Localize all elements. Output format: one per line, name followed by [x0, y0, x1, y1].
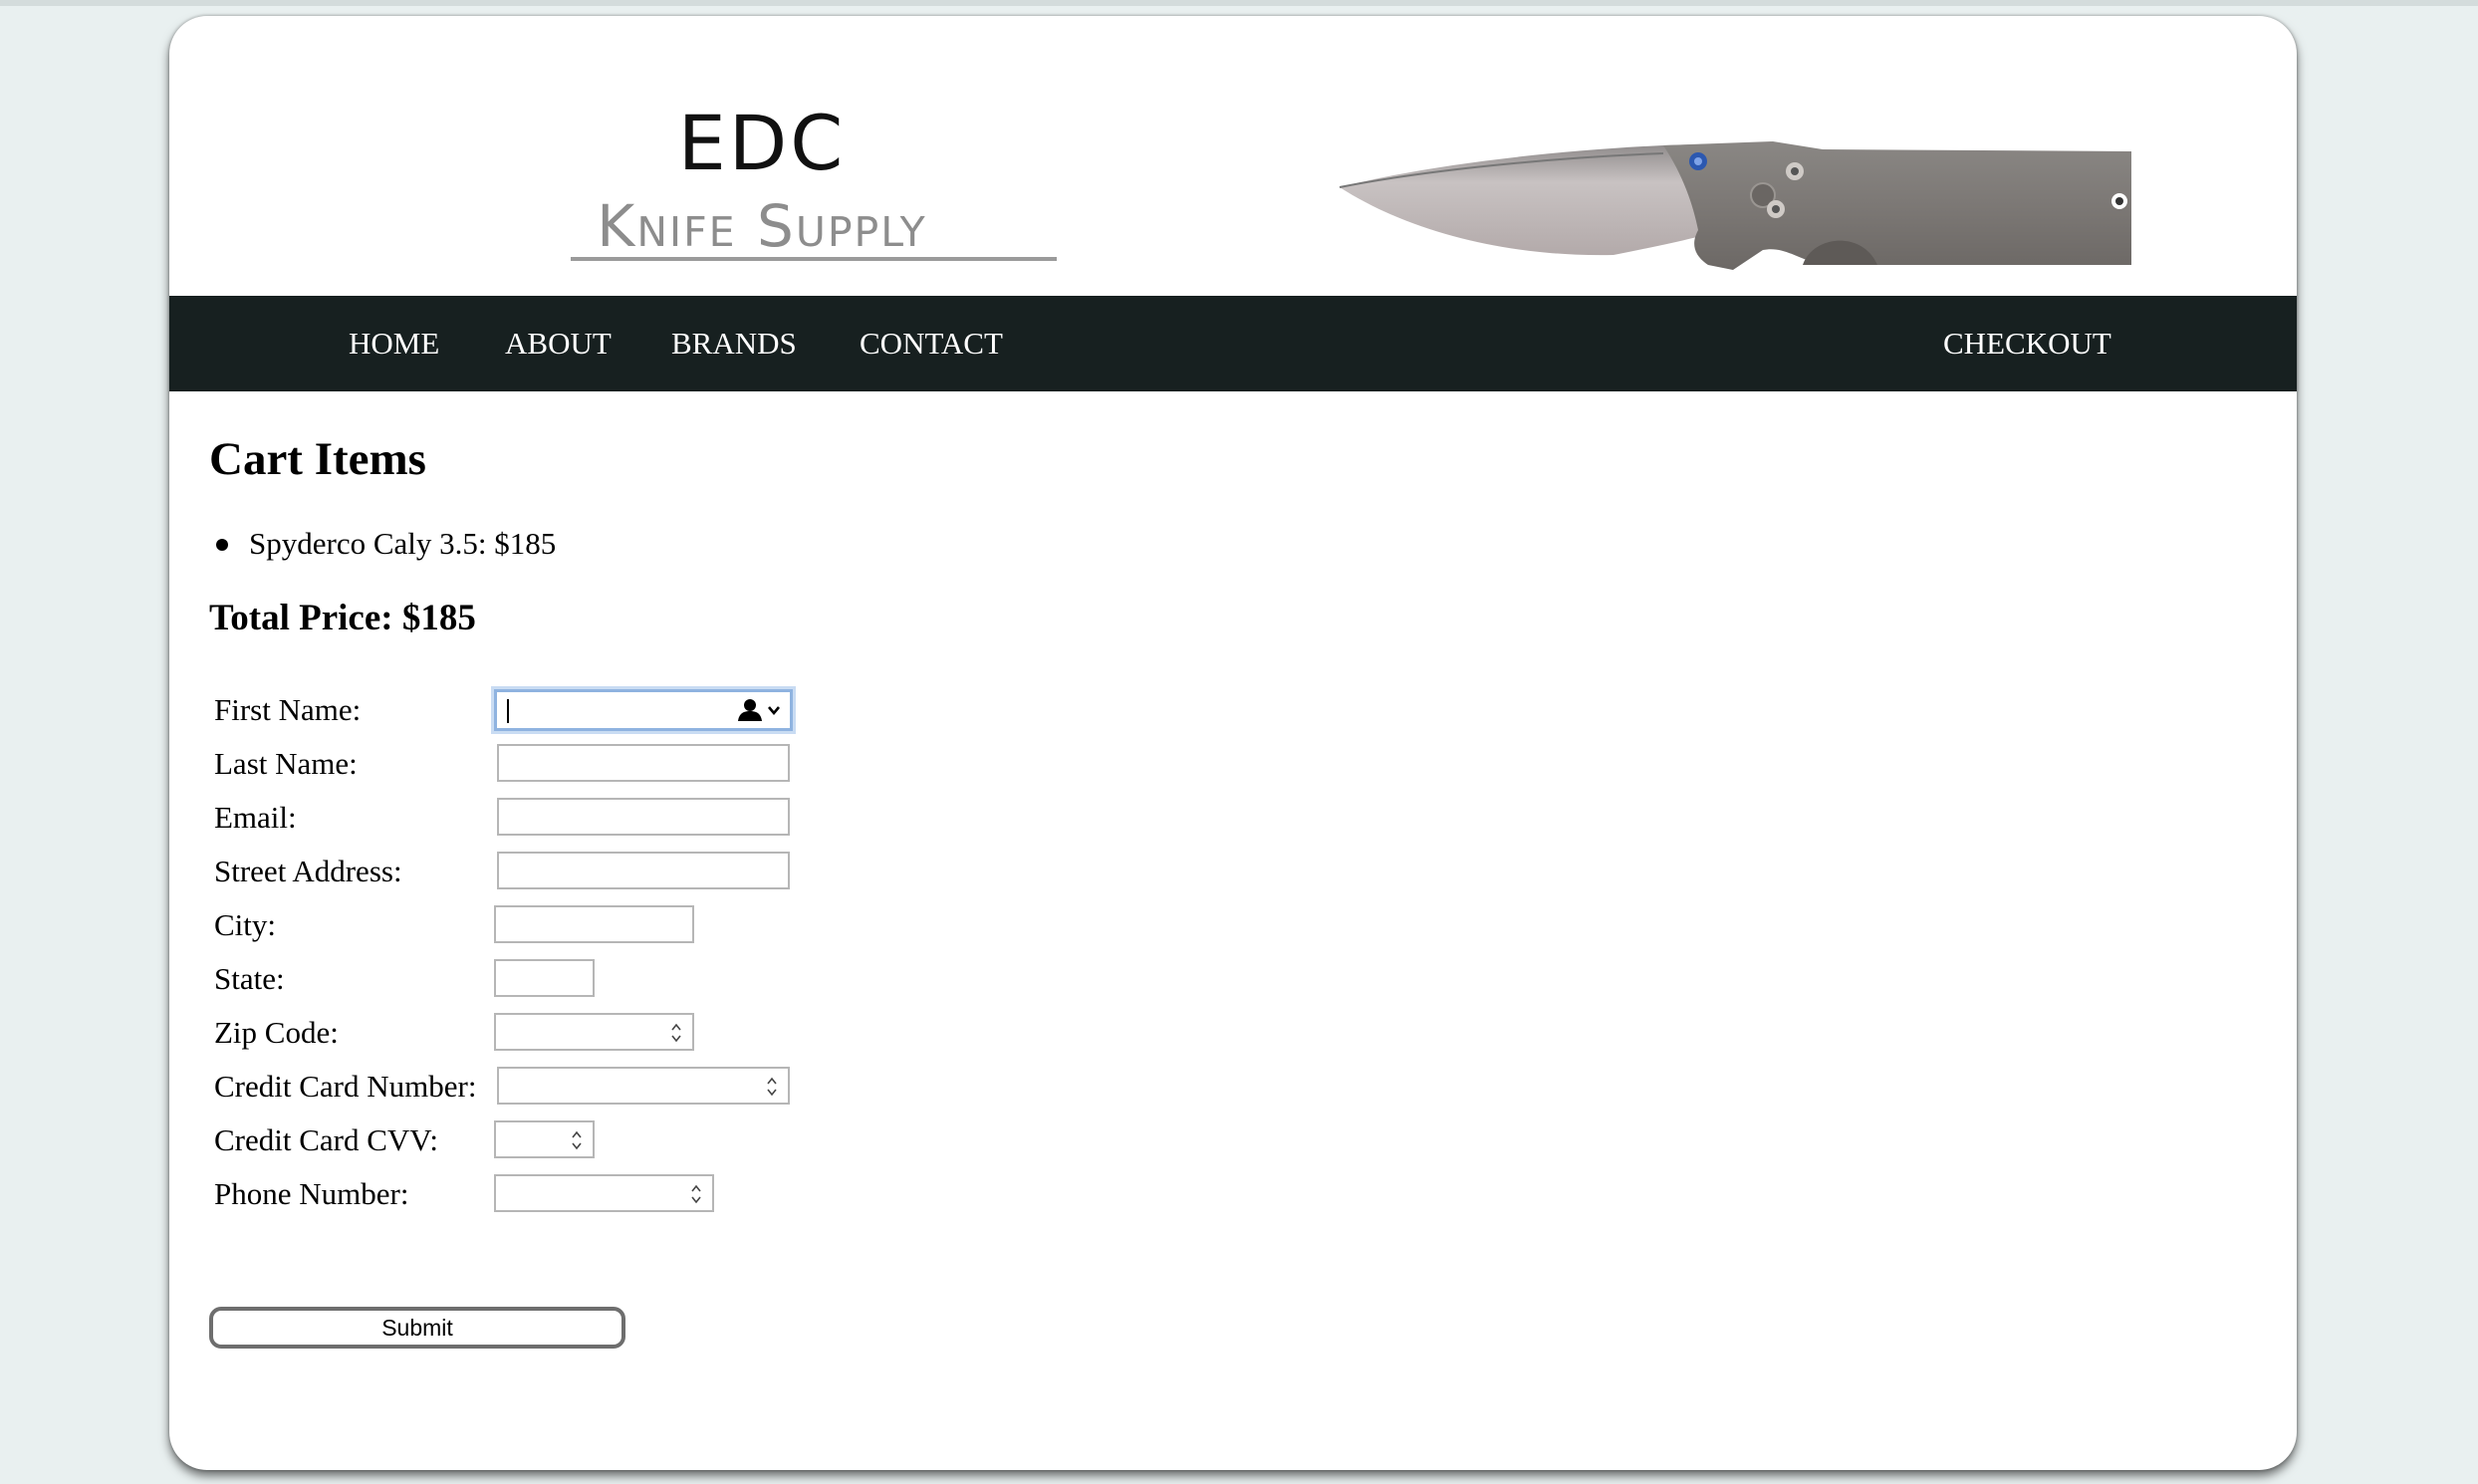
number-spinner-icon[interactable]	[571, 1128, 583, 1152]
bullet-icon	[216, 539, 228, 551]
credit-card-number-label: Credit Card Number:	[214, 1069, 477, 1104]
credit-card-number-field[interactable]	[497, 1067, 790, 1105]
phone-number-field[interactable]	[494, 1174, 714, 1212]
logo-underline	[571, 257, 1057, 261]
text-caret	[507, 699, 509, 723]
city-field[interactable]	[494, 905, 694, 943]
browser-top-edge	[0, 0, 2478, 6]
street-address-field[interactable]	[497, 852, 790, 889]
total-price: Total Price: $185	[209, 598, 476, 638]
phone-number-label: Phone Number:	[214, 1176, 409, 1211]
zip-code-label: Zip Code:	[214, 1015, 339, 1050]
state-label: State:	[214, 961, 285, 996]
number-spinner-icon[interactable]	[766, 1075, 778, 1099]
logo-title: EDC	[677, 99, 847, 187]
email-label: Email:	[214, 800, 297, 835]
last-name-field[interactable]	[497, 744, 790, 782]
site-logo[interactable]: EDC Knife Supply	[463, 86, 1061, 285]
cart-list: Spyderco Caly 3.5: $185	[209, 524, 556, 564]
cart-item: Spyderco Caly 3.5: $185	[209, 524, 556, 564]
nav-contact[interactable]: CONTACT	[860, 296, 1003, 391]
state-field[interactable]	[494, 959, 595, 997]
folding-knife-image	[1339, 141, 2131, 270]
cart-heading: Cart Items	[209, 433, 426, 485]
street-address-label: Street Address:	[214, 854, 402, 888]
nav-checkout[interactable]: CHECKOUT	[1943, 296, 2111, 391]
city-label: City:	[214, 907, 277, 942]
page-card: EDC Knife Supply HOME ABOUT BRANDS CONTA…	[169, 16, 2297, 1470]
autofill-contact-icon[interactable]	[736, 698, 782, 722]
nav-about[interactable]: ABOUT	[505, 296, 612, 391]
submit-button[interactable]: Submit	[209, 1307, 625, 1349]
logo-subtitle: Knife Supply	[597, 192, 927, 260]
number-spinner-icon[interactable]	[690, 1182, 702, 1206]
first-name-label: First Name:	[214, 692, 362, 727]
zip-code-field[interactable]	[494, 1013, 694, 1051]
first-name-field[interactable]	[494, 689, 793, 731]
credit-card-cvv-label: Credit Card CVV:	[214, 1122, 439, 1157]
main-nav: HOME ABOUT BRANDS CONTACT CHECKOUT	[169, 296, 2297, 391]
nav-home[interactable]: HOME	[349, 296, 439, 391]
last-name-label: Last Name:	[214, 746, 358, 781]
email-field[interactable]	[497, 798, 790, 836]
number-spinner-icon[interactable]	[670, 1021, 682, 1045]
credit-card-cvv-field[interactable]	[494, 1120, 595, 1158]
nav-brands[interactable]: BRANDS	[671, 296, 797, 391]
cart-item-text: Spyderco Caly 3.5: $185	[249, 526, 557, 561]
